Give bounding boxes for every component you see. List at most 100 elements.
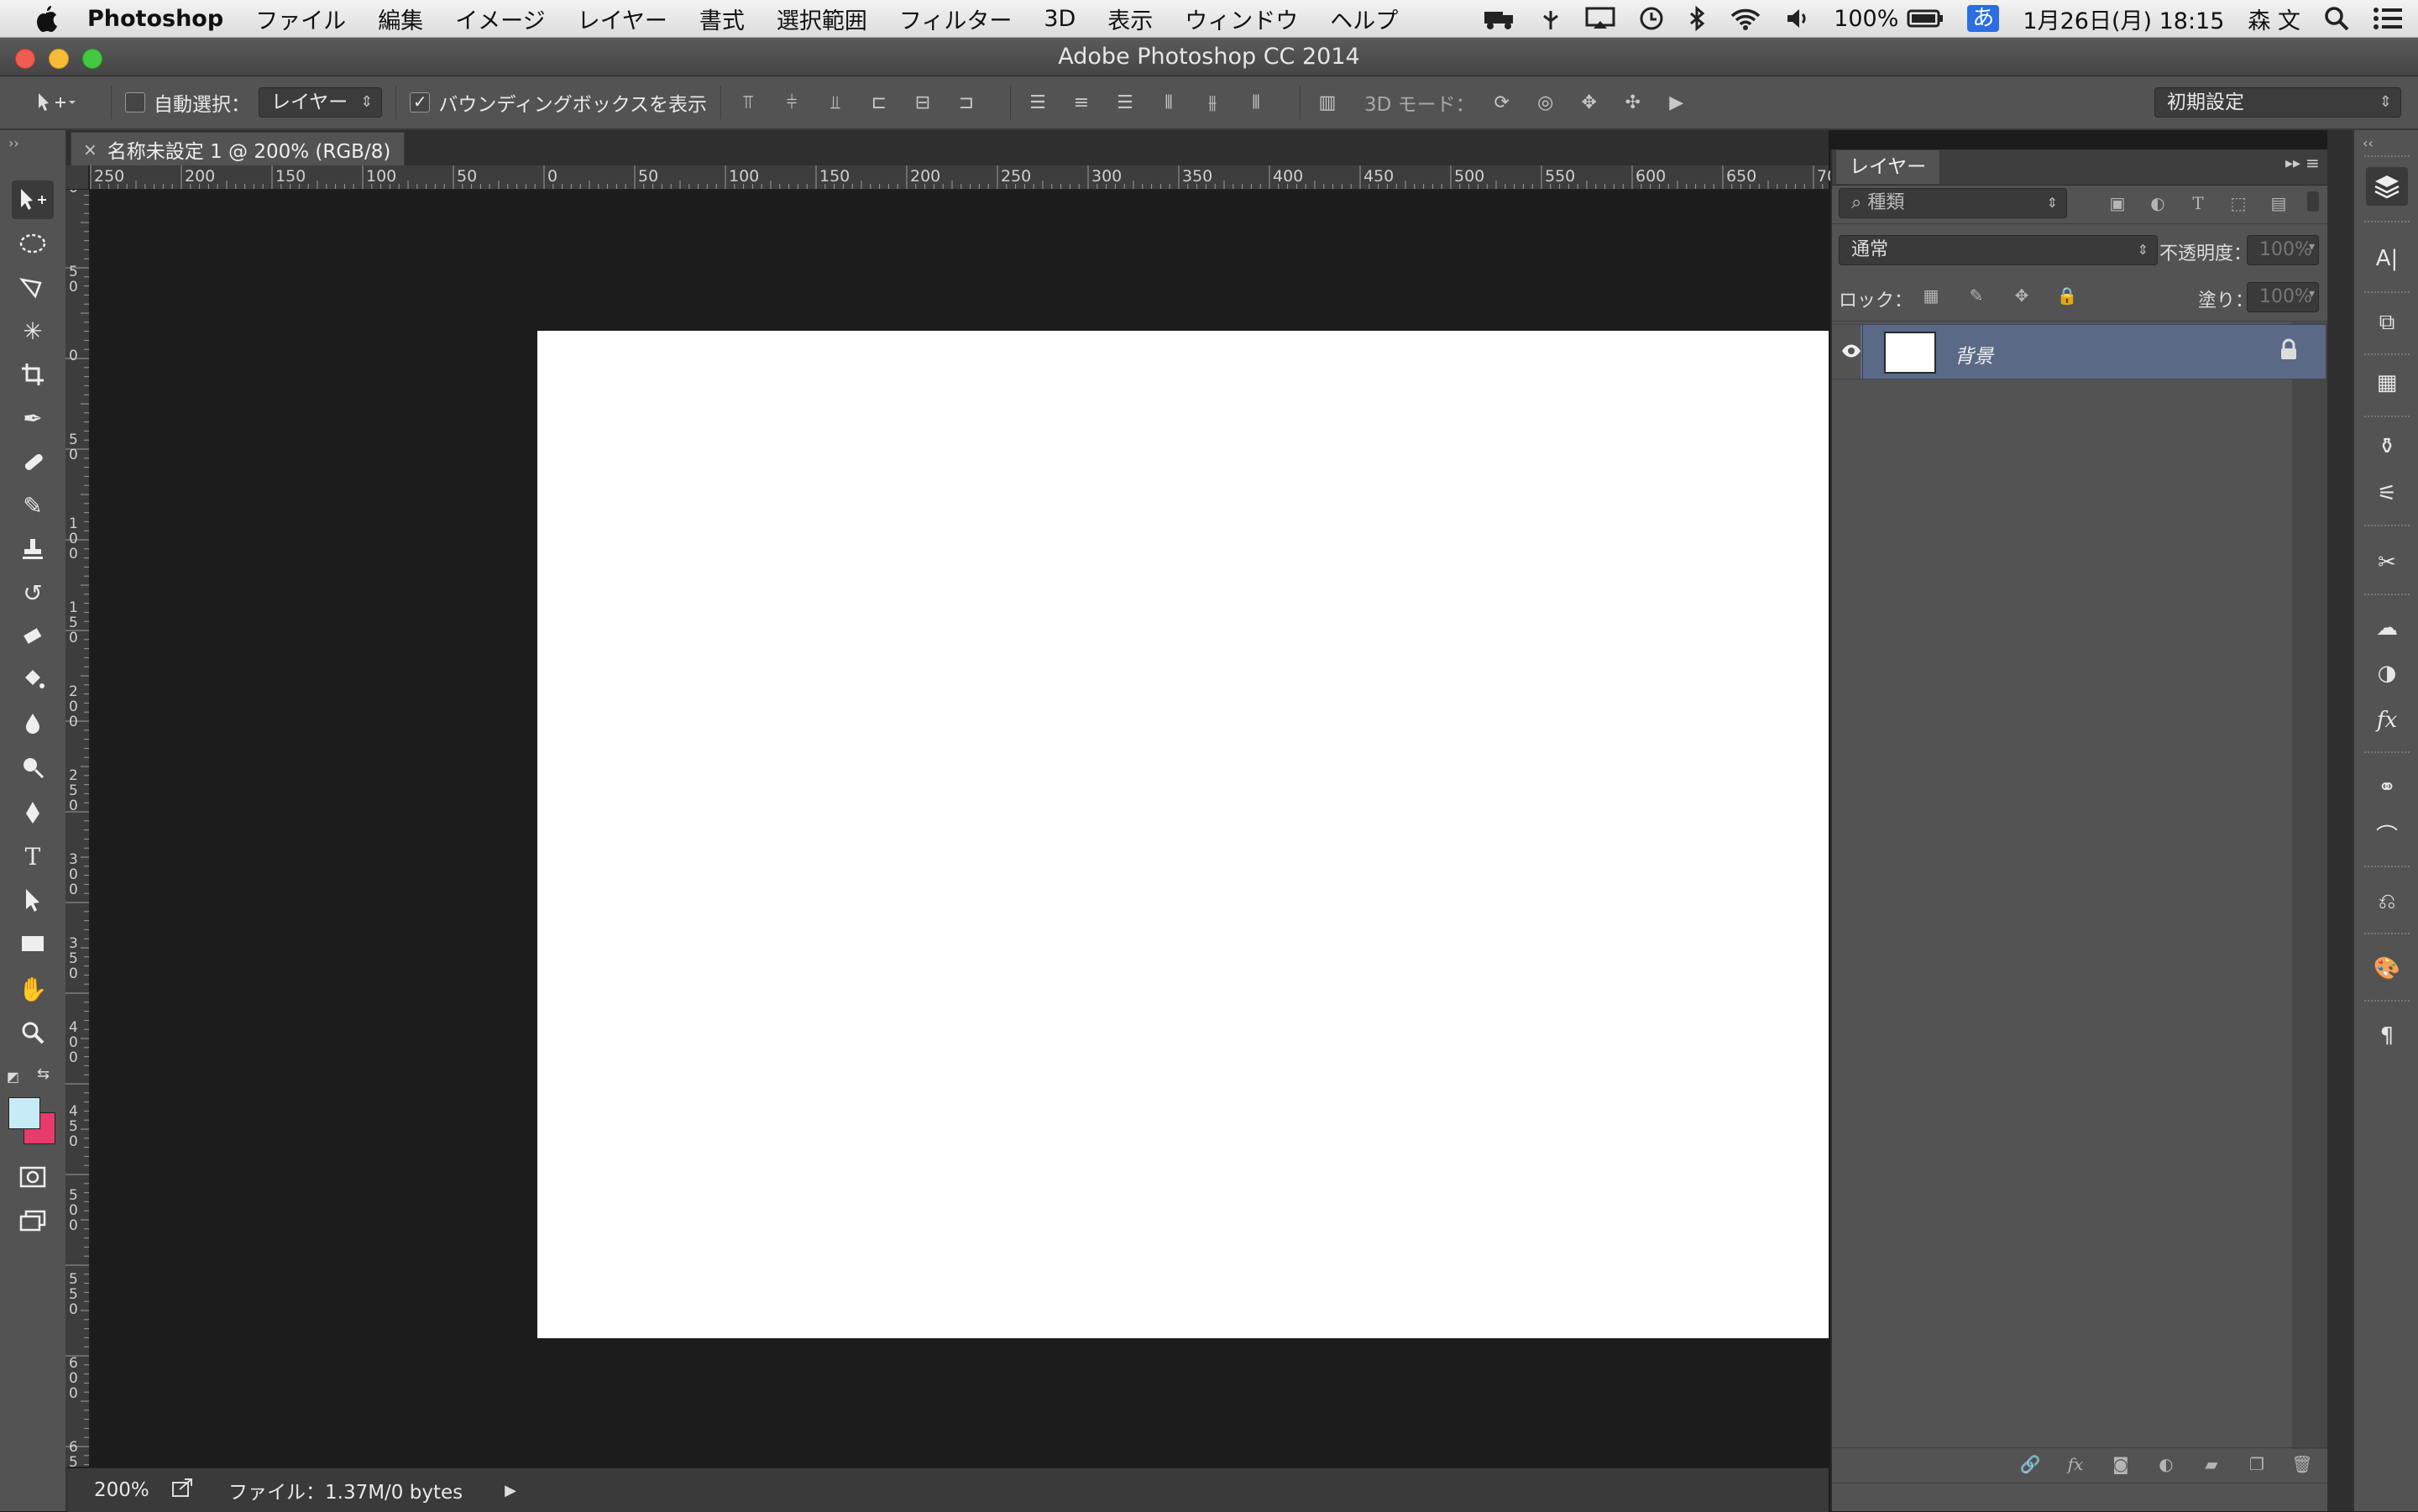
pen-tool-icon[interactable]	[12, 793, 54, 832]
auto-align-layers-icon[interactable]: ▥	[1314, 89, 1341, 116]
expand-panels-icon[interactable]: ‹‹	[2363, 135, 2374, 151]
distribute-top-icon[interactable]: ☰	[1024, 89, 1051, 116]
menu-select[interactable]: 選択範囲	[777, 3, 867, 35]
zoom-tool-icon[interactable]	[12, 1013, 54, 1052]
share-export-icon[interactable]	[171, 1478, 195, 1503]
distribute-bottom-icon[interactable]: ☰	[1112, 89, 1138, 116]
user-name[interactable]: 森 文	[2248, 3, 2300, 35]
align-vertical-center-icon[interactable]: ⫩	[778, 89, 805, 116]
lock-image-pixels-icon[interactable]: ✎	[1965, 284, 1988, 307]
new-adjustment-layer-icon[interactable]: ◐	[2154, 1452, 2178, 1476]
lock-transparent-pixels-icon[interactable]: ▦	[1919, 284, 1943, 307]
collapse-tools-icon[interactable]: ››	[8, 135, 19, 151]
ruler-origin[interactable]	[65, 165, 89, 190]
layer-row[interactable]: 背景	[1832, 324, 2326, 379]
clone-stamp-tool-icon[interactable]	[12, 530, 54, 568]
document-tab[interactable]: × 名称未設定 1 @ 200% (RGB/8)	[71, 132, 405, 166]
blend-mode-dropdown[interactable]: 通常 ⇕	[1839, 235, 2158, 265]
distribute-horizontal-center-icon[interactable]: ⫵	[1199, 89, 1226, 116]
lock-position-icon[interactable]: ✥	[2010, 284, 2033, 307]
dock-grip[interactable]	[2364, 866, 2410, 869]
swatches-panel-icon[interactable]: ▦	[2366, 364, 2408, 402]
minimize-window-button[interactable]	[49, 49, 69, 69]
menu-app-name[interactable]: Photoshop	[87, 6, 223, 32]
dock-grip[interactable]	[2364, 751, 2410, 755]
vertical-ruler[interactable]: 0500501001502002503003504004505005506006…	[65, 165, 90, 1485]
add-layer-mask-icon[interactable]: ◙	[2109, 1452, 2133, 1476]
collapse-panel-icon[interactable]: ▸▸	[2285, 154, 2300, 172]
bluetooth-icon[interactable]	[1688, 6, 1706, 31]
filter-pixel-icon[interactable]: ▣	[2106, 191, 2129, 215]
3d-scale-icon[interactable]: ▶	[1663, 89, 1690, 116]
filter-smart-object-icon[interactable]: ▤	[2267, 191, 2290, 215]
layer-visibility-eye-icon[interactable]	[1840, 342, 1862, 365]
path-selection-tool-icon[interactable]	[12, 881, 54, 919]
color-panel-palette-icon[interactable]: 🎨	[2366, 950, 2408, 988]
layer-thumbnail[interactable]	[1884, 332, 1936, 374]
menu-3d[interactable]: 3D	[1044, 6, 1076, 32]
menu-type[interactable]: 書式	[699, 3, 745, 35]
crop-tool-icon[interactable]	[12, 355, 54, 394]
filter-shape-icon[interactable]: ⬚	[2227, 191, 2250, 215]
move-tool-preset-icon[interactable]	[30, 89, 81, 116]
wifi-icon[interactable]	[1730, 6, 1761, 31]
battery-icon[interactable]	[1907, 8, 1944, 29]
menu-file[interactable]: ファイル	[255, 3, 346, 35]
menu-edit[interactable]: 編集	[378, 3, 423, 35]
input-method-indicator[interactable]: あ	[1967, 5, 2000, 32]
tool-presets-panel-icon[interactable]: ⚟	[2366, 474, 2408, 513]
auto-select-dropdown[interactable]: レイヤー	[259, 87, 383, 118]
filter-toggle-switch[interactable]	[2307, 191, 2319, 212]
distribute-vertical-center-icon[interactable]: ≡	[1068, 89, 1095, 116]
history-brush-tool-icon[interactable]: ↺	[12, 573, 54, 612]
dock-grip[interactable]	[2364, 594, 2410, 597]
filter-adjustment-icon[interactable]: ◐	[2146, 191, 2169, 215]
zoom-level-field[interactable]: 200%	[94, 1479, 154, 1501]
layer-name[interactable]: 背景	[1955, 340, 1993, 369]
align-bottom-icon[interactable]: ⫫	[822, 89, 849, 116]
align-right-icon[interactable]: ⊐	[953, 89, 980, 116]
dodge-tool-icon[interactable]	[12, 748, 54, 787]
lasso-tool-icon[interactable]	[12, 268, 54, 306]
layer-lock-icon[interactable]	[2279, 338, 2299, 367]
brush-presets-panel-icon[interactable]: ⚱	[2366, 427, 2408, 466]
horizontal-ruler[interactable]: 250 200 150 100 50 0 50 100 150 200 250 300 350 400 45…	[87, 165, 1938, 190]
dock-grip[interactable]	[2364, 416, 2410, 419]
new-group-folder-icon[interactable]: ▰	[2200, 1452, 2223, 1476]
distribute-left-icon[interactable]: ⫴	[1155, 89, 1182, 116]
notification-center-icon[interactable]	[2373, 7, 2403, 30]
airplay-icon[interactable]	[1585, 7, 1615, 30]
3d-rotate-icon[interactable]: ⟳	[1489, 89, 1515, 116]
menu-help[interactable]: ヘルプ	[1330, 3, 1398, 35]
dock-grip[interactable]	[2364, 525, 2410, 528]
paths-panel-icon[interactable]: ⌒	[2366, 815, 2408, 854]
hand-tool-icon[interactable]: ✋	[12, 970, 54, 1008]
foreground-color-swatch[interactable]	[8, 1097, 40, 1129]
screen-mode-icon[interactable]	[12, 1201, 54, 1240]
character-panel-icon[interactable]: A|	[2366, 239, 2408, 278]
move-tool-icon[interactable]	[12, 180, 54, 219]
show-bounding-box-checkbox[interactable]: ✓	[410, 92, 431, 112]
dock-grip[interactable]	[2364, 933, 2410, 936]
delete-layer-trash-icon[interactable]: 🗑	[2290, 1452, 2314, 1476]
dock-grip[interactable]	[2364, 155, 2410, 159]
adjustments-panel-icon[interactable]: ◑	[2366, 654, 2408, 693]
3d-pan-icon[interactable]: ✥	[1576, 89, 1603, 116]
filter-type-icon[interactable]: T	[2186, 191, 2210, 215]
eyedropper-tool-icon[interactable]: ✒	[12, 399, 54, 437]
libraries-panel-icon[interactable]: ⧉	[2366, 303, 2408, 342]
marquee-tool-icon[interactable]	[12, 224, 54, 263]
menu-view[interactable]: 表示	[1107, 3, 1153, 35]
layer-list-scrollbar[interactable]	[2292, 322, 2327, 1449]
antenna-icon[interactable]	[1540, 6, 1562, 31]
type-tool-icon[interactable]: T	[12, 837, 54, 876]
new-layer-icon[interactable]: ❐	[2245, 1452, 2269, 1476]
document-canvas[interactable]	[537, 331, 1829, 1338]
lock-all-icon[interactable]: 🔒	[2055, 284, 2079, 307]
eraser-tool-icon[interactable]	[12, 617, 54, 656]
channels-panel-icon[interactable]: ⚭	[2366, 768, 2408, 807]
creative-cloud-icon[interactable]: ☁	[2366, 609, 2408, 647]
blur-tool-icon[interactable]	[12, 704, 54, 743]
status-menu-arrow-icon[interactable]: ▶	[505, 1482, 516, 1499]
panel-resize-handle[interactable]	[1832, 1483, 2327, 1494]
